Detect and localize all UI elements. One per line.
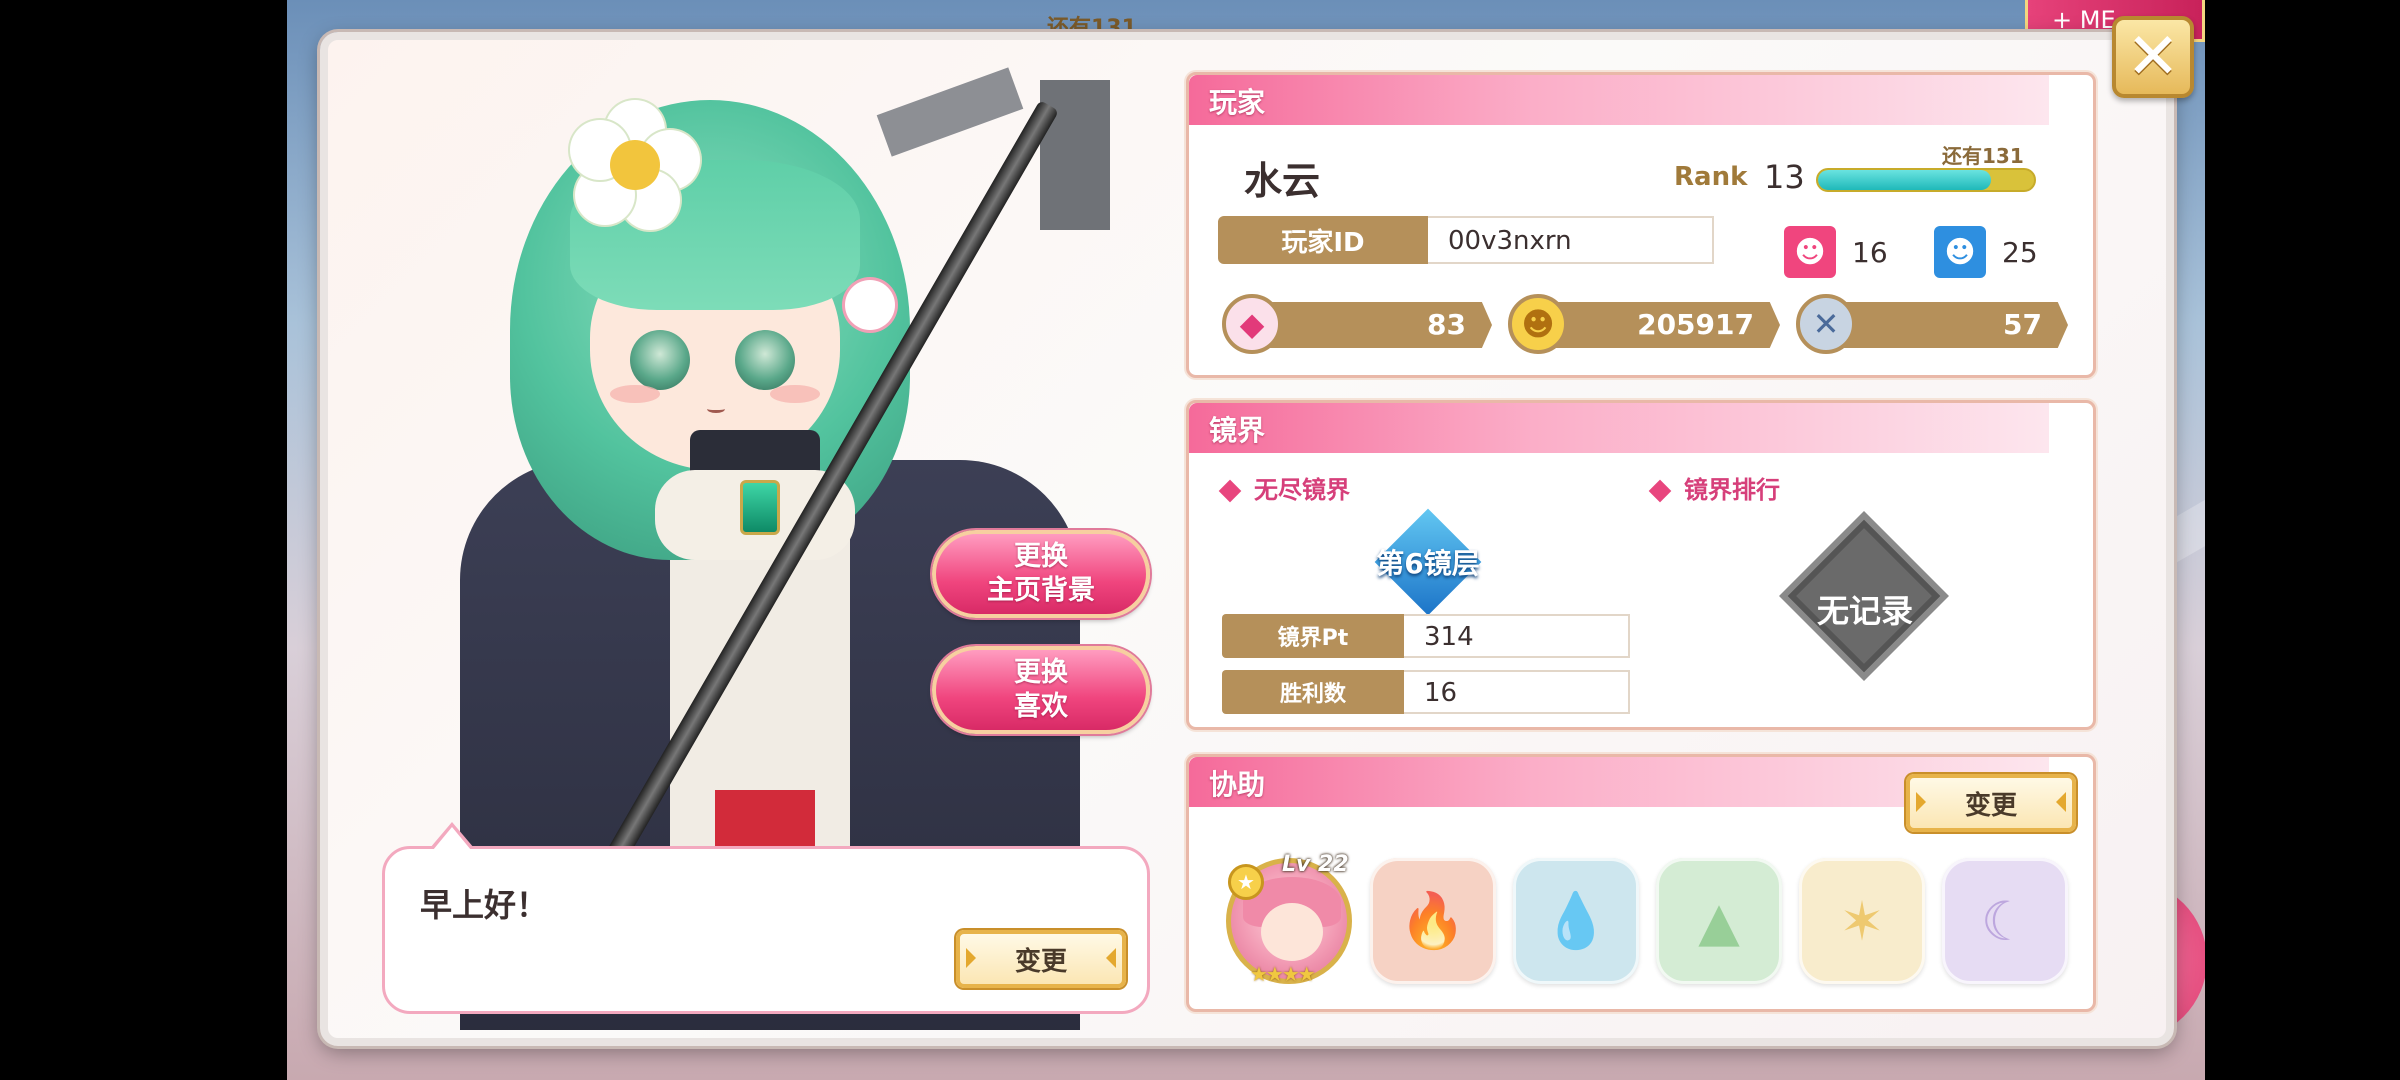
floor-text: 第6镜层 bbox=[1376, 547, 1480, 580]
support-rarity-stars: ★★★★ bbox=[1250, 962, 1316, 986]
diamond-bullet-icon bbox=[1648, 479, 1672, 503]
support-level: Lv 22 bbox=[1282, 852, 1349, 877]
support-slot-wood[interactable]: ▲ bbox=[1656, 858, 1782, 984]
floor-badge: 第6镜层 bbox=[1372, 508, 1482, 616]
close-button[interactable]: ✕ bbox=[2112, 16, 2194, 98]
mirror-ranking-text: 镜界排行 bbox=[1684, 476, 1780, 504]
bubble-tail-inner bbox=[433, 827, 471, 850]
char-hairpin bbox=[845, 280, 895, 330]
mirror-pt-value: 314 bbox=[1404, 614, 1630, 658]
close-icon: ✕ bbox=[2126, 20, 2180, 94]
char-eye-left bbox=[630, 330, 690, 390]
water-element-icon: 💧 bbox=[1542, 889, 1610, 952]
endless-mirror-text: 无尽镜界 bbox=[1254, 476, 1350, 504]
support-slot-fire[interactable]: 🔥 bbox=[1370, 858, 1496, 984]
gem-icon: ◆ bbox=[1222, 294, 1282, 354]
support-slot-light[interactable]: ✶ bbox=[1799, 858, 1925, 984]
rank-progress-fill bbox=[1818, 170, 1991, 190]
mirror-pt-label: 镜界Pt bbox=[1222, 614, 1404, 658]
follower-icon: ☻ bbox=[1934, 226, 1986, 278]
fire-element-icon: 🔥 bbox=[1399, 889, 1467, 952]
char-blush bbox=[770, 385, 820, 403]
char-eye-right bbox=[735, 330, 795, 390]
wins-value: 16 bbox=[1404, 670, 1630, 714]
change-favorite-button[interactable]: 更换 喜欢 bbox=[932, 646, 1150, 734]
coin-icon: ☻ bbox=[1508, 294, 1568, 354]
dark-element-icon: ☾ bbox=[1980, 889, 2030, 953]
change-greeting-label: 变更 bbox=[1014, 946, 1067, 977]
change-favorite-label: 更换 喜欢 bbox=[1014, 657, 1068, 722]
char-flower bbox=[570, 100, 700, 230]
no-record-text: 无记录 bbox=[1816, 592, 1913, 630]
mirror-panel-header: 镜界 bbox=[1189, 403, 2049, 453]
rank-remaining: 还有131 bbox=[1942, 144, 2024, 168]
greeting-text: 早上好！ bbox=[420, 886, 549, 924]
ticket-icon: ✕ bbox=[1796, 294, 1856, 354]
diamond-bullet-icon bbox=[1218, 479, 1242, 503]
follow-icon: ☻ bbox=[1784, 226, 1836, 278]
rank-progress-bar bbox=[1816, 168, 2036, 192]
endless-mirror-label: 无尽镜界 bbox=[1218, 470, 1350, 505]
light-element-icon: ✶ bbox=[1839, 889, 1885, 953]
change-home-bg-label: 更换 主页背景 bbox=[987, 541, 1095, 606]
star-attribute-icon: ★ bbox=[1228, 864, 1264, 900]
change-greeting-button[interactable]: 变更 bbox=[956, 930, 1126, 988]
change-support-button[interactable]: 变更 bbox=[1906, 774, 2076, 832]
player-id-label: 玩家ID bbox=[1218, 216, 1428, 264]
support-slot-dark[interactable]: ☾ bbox=[1942, 858, 2068, 984]
follow-count: 16 bbox=[1852, 236, 1888, 269]
change-home-bg-button[interactable]: 更换 主页背景 bbox=[932, 530, 1150, 618]
char-brooch bbox=[740, 480, 780, 535]
wins-label: 胜利数 bbox=[1222, 670, 1404, 714]
char-blush bbox=[610, 385, 660, 403]
rank-label: Rank bbox=[1674, 162, 1748, 192]
rank-value: 13 bbox=[1764, 158, 1805, 196]
player-name: 水云 bbox=[1244, 159, 1321, 203]
screen: 还有131 + ME 更换 主页背景 更换 喜欢 早上好！ 变更 ✕ 玩家 水云… bbox=[0, 0, 2400, 1080]
follower-count: 25 bbox=[2002, 236, 2038, 269]
player-id-value[interactable]: 00v3nxrn bbox=[1428, 216, 1714, 264]
support-slot-water[interactable]: 💧 bbox=[1513, 858, 1639, 984]
change-support-label: 变更 bbox=[1964, 790, 2017, 821]
char-mouth bbox=[707, 405, 725, 413]
player-panel-header: 玩家 bbox=[1189, 75, 2049, 125]
wood-element-icon: ▲ bbox=[1698, 889, 1740, 953]
mirror-ranking-label: 镜界排行 bbox=[1648, 470, 1780, 505]
